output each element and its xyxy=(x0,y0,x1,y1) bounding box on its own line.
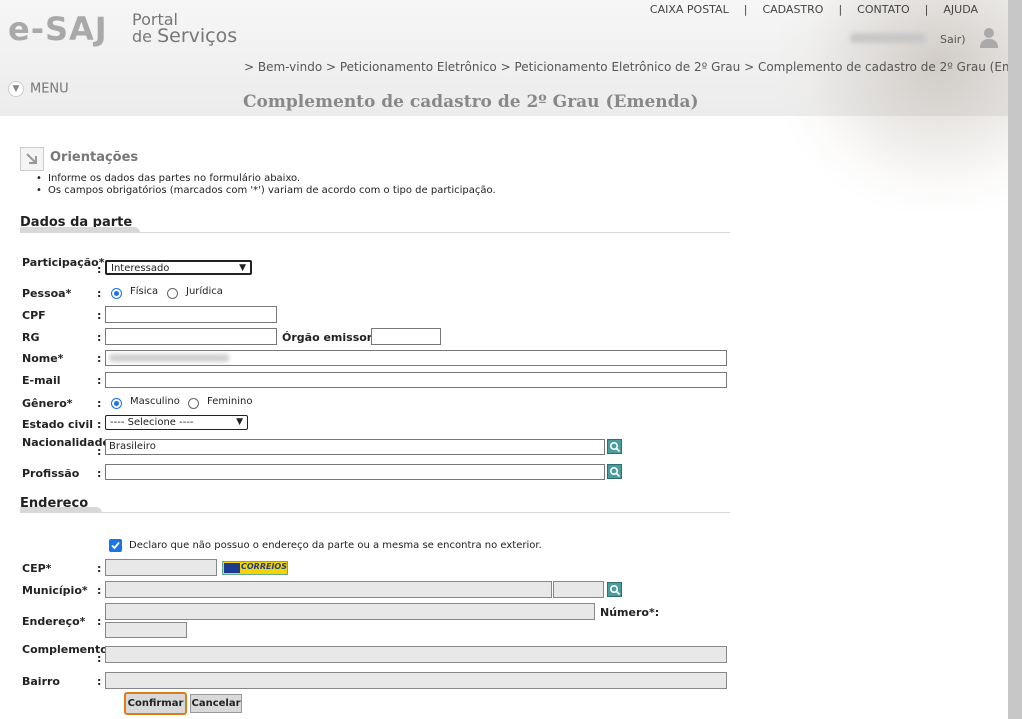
sair-link[interactable]: Sair) xyxy=(940,33,966,46)
municipio-label: Município* xyxy=(22,584,88,597)
numero-field[interactable] xyxy=(105,622,187,638)
participacao-select[interactable]: Interessado ▼ xyxy=(105,260,252,275)
orientacoes-list: Informe os dados das partes no formulári… xyxy=(48,173,496,197)
genero-feminino-radio[interactable] xyxy=(188,398,199,409)
orgao-emissor-field[interactable] xyxy=(371,328,441,345)
cpf-label: CPF xyxy=(22,309,46,322)
cpf-field[interactable] xyxy=(105,306,277,323)
nacionalidade-field[interactable]: Brasileiro xyxy=(105,439,605,455)
nav-ajuda[interactable]: AJUDA xyxy=(943,3,978,16)
numero-label: Número*: xyxy=(600,606,660,619)
breadcrumb[interactable]: > Bem-vindo > Peticionamento Eletrônico … xyxy=(244,60,1022,74)
chevron-down-icon: ▼ xyxy=(236,417,243,427)
bairro-label: Bairro xyxy=(22,675,60,688)
participacao-value: Interessado xyxy=(111,263,170,274)
correios-logo-icon xyxy=(224,563,240,573)
pessoa-fisica-radio[interactable] xyxy=(111,288,122,299)
menu-label: MENU xyxy=(30,81,69,97)
declaro-label: Declaro que não possuo o endereço da par… xyxy=(129,540,542,551)
estado-civil-select[interactable]: ---- Selecione ---- ▼ xyxy=(105,415,248,430)
section-divider xyxy=(20,227,730,233)
correios-button[interactable]: CORREIOS xyxy=(222,561,288,575)
pessoa-juridica-radio[interactable] xyxy=(167,288,178,299)
cancelar-button[interactable]: Cancelar xyxy=(190,694,242,713)
scrollbar[interactable] xyxy=(1008,0,1022,719)
endereco-label: Endereço* xyxy=(22,615,86,628)
blurred-name xyxy=(109,354,229,362)
email-field[interactable] xyxy=(105,372,727,388)
chevron-down-icon: ▼ xyxy=(8,81,24,97)
logo-portal-text: Portal de Serviços xyxy=(132,12,238,47)
logo-portal-servicos: Serviços xyxy=(157,25,238,47)
endereco-field[interactable] xyxy=(105,603,595,620)
logo-portal-de: de xyxy=(132,27,152,46)
genero-masculino-label: Masculino xyxy=(130,396,180,407)
user-icon xyxy=(980,28,998,48)
confirmar-button[interactable]: Confirmar xyxy=(124,692,187,715)
nav-contato[interactable]: CONTATO xyxy=(857,3,909,16)
declaro-checkbox[interactable] xyxy=(109,539,122,552)
esaj-logo[interactable]: e-SAJ Portal de Serviços xyxy=(8,8,248,52)
genero-feminino-label: Feminino xyxy=(207,396,253,407)
rg-field[interactable] xyxy=(105,328,277,345)
email-label: E-mail xyxy=(22,374,61,387)
cep-field[interactable] xyxy=(105,559,217,576)
complemento-label: Complemento xyxy=(22,643,108,656)
user-area: Sair) xyxy=(830,28,1005,50)
municipio-search-icon[interactable] xyxy=(607,582,622,597)
orgao-emissor-label: Órgão emissor: xyxy=(282,331,377,344)
nome-label: Nome* xyxy=(22,352,64,365)
genero-label: Gênero* xyxy=(22,397,73,410)
profissao-field[interactable] xyxy=(105,464,605,480)
nome-field[interactable] xyxy=(105,350,727,366)
pessoa-juridica-label: Jurídica xyxy=(186,286,223,297)
rg-label: RG xyxy=(22,331,40,344)
menu-toggle[interactable]: ▼ MENU xyxy=(8,81,69,97)
participacao-label: Participação* xyxy=(22,256,105,269)
complemento-field[interactable] xyxy=(105,646,727,663)
genero-masculino-radio[interactable] xyxy=(111,398,122,409)
page-title: Complemento de cadastro de 2º Grau (Emen… xyxy=(243,92,699,112)
section-divider xyxy=(20,507,730,513)
top-nav: CAIXA POSTAL | CADASTRO | CONTATO | AJUDA xyxy=(649,3,978,16)
cep-label: CEP* xyxy=(22,562,52,575)
list-item: Informe os dados das partes no formulári… xyxy=(48,173,496,185)
municipio-field[interactable] xyxy=(105,581,552,598)
correios-label: CORREIOS xyxy=(241,562,287,571)
profissao-label: Profissão xyxy=(22,467,80,480)
profissao-search-icon[interactable] xyxy=(607,464,622,479)
nav-caixa-postal[interactable]: CAIXA POSTAL xyxy=(650,3,729,16)
list-item: Os campos obrigatórios (marcados com '*'… xyxy=(48,185,496,197)
estado-civil-label: Estado civil xyxy=(22,418,94,431)
user-name-blurred xyxy=(850,33,925,43)
bairro-field[interactable] xyxy=(105,672,727,689)
municipio-uf-field[interactable] xyxy=(553,581,604,598)
chevron-down-icon: ▼ xyxy=(239,263,246,273)
arrow-down-right-icon xyxy=(20,147,44,171)
pessoa-fisica-label: Física xyxy=(130,286,159,297)
pessoa-label: Pessoa* xyxy=(22,287,72,300)
logo-esaj-text: e-SAJ xyxy=(8,10,108,48)
estado-civil-value: ---- Selecione ---- xyxy=(110,417,194,428)
nav-cadastro[interactable]: CADASTRO xyxy=(762,3,823,16)
orientacoes-title: Orientações xyxy=(50,150,139,165)
nacionalidade-search-icon[interactable] xyxy=(607,439,622,454)
header: e-SAJ Portal de Serviços CAIXA POSTAL | CA… xyxy=(0,0,1022,210)
